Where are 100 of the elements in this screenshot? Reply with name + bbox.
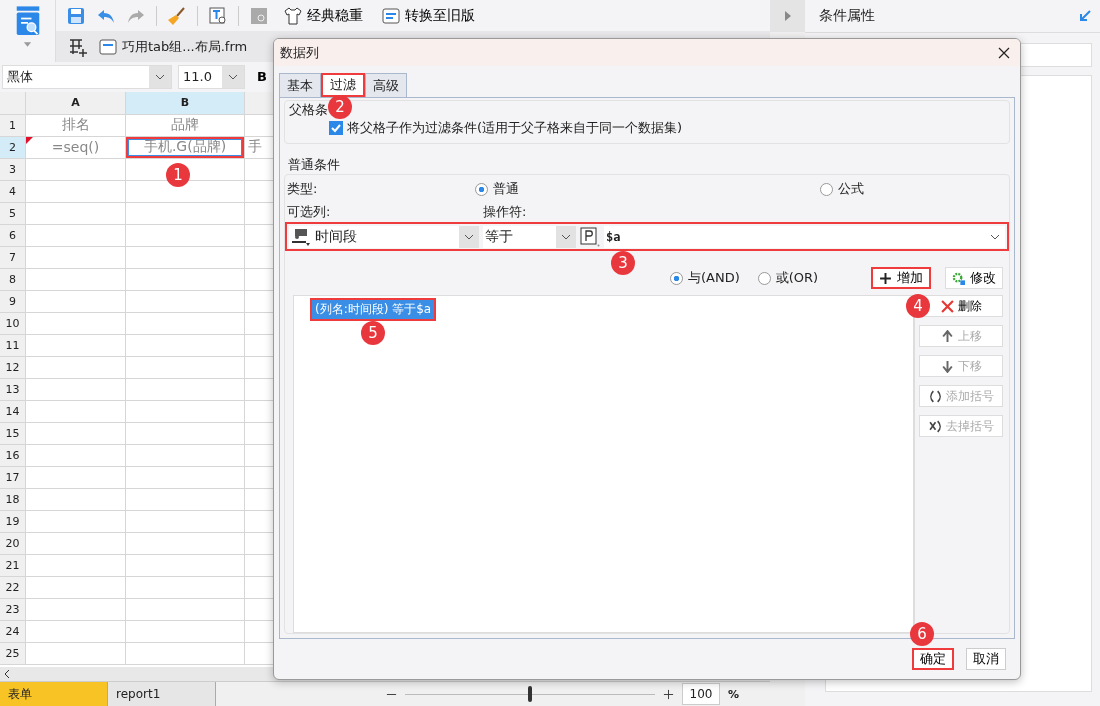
cross-icon [940, 299, 954, 313]
save-icon[interactable] [66, 5, 86, 26]
row-header[interactable]: 24 [0, 620, 26, 643]
add-button[interactable]: 增加 [871, 267, 931, 289]
radio-button[interactable] [475, 182, 488, 196]
zoom-in-icon[interactable] [663, 688, 674, 700]
row-header[interactable]: 11 [0, 334, 26, 357]
row-header[interactable]: 12 [0, 356, 26, 379]
chevron-icon [990, 233, 1000, 240]
ok-button[interactable]: 确定 [912, 648, 954, 670]
parentheses-remove-icon [928, 419, 942, 433]
dialog-tab[interactable]: 过滤 [321, 73, 365, 97]
radio-button[interactable] [670, 271, 683, 285]
row-header[interactable]: 9 [0, 290, 26, 313]
row-header[interactable]: 20 [0, 532, 26, 555]
dialog-tab[interactable]: 基本 [279, 73, 321, 97]
row-header[interactable]: 13 [0, 378, 26, 401]
triangle-icon [784, 11, 791, 21]
shirt-icon [283, 5, 303, 26]
operator-select[interactable]: 等于 [483, 225, 576, 248]
column-select[interactable]: 时间段 [289, 225, 479, 248]
column-header[interactable]: B [126, 91, 245, 115]
dialog-tab[interactable]: 高级 [365, 73, 407, 97]
group-title: 父格条 [289, 102, 328, 117]
grid-add-icon[interactable] [68, 36, 88, 57]
radio-label: 公式 [838, 180, 864, 198]
edit-button[interactable]: 修改 [945, 267, 1003, 289]
row-header[interactable]: 5 [0, 202, 26, 225]
bold-button[interactable]: B [251, 68, 273, 86]
row-header[interactable]: 19 [0, 510, 26, 533]
file-tab-label: 巧用tab组...布局.frm [122, 37, 248, 56]
panel-title: 条件属性 [819, 7, 876, 25]
text-search-icon[interactable] [208, 5, 228, 26]
scroll-left-icon[interactable] [4, 669, 10, 680]
row-header[interactable]: 15 [0, 422, 26, 445]
field-label: 可选列: [287, 203, 332, 221]
radio-button[interactable] [820, 182, 833, 196]
select-all-handle[interactable] [0, 91, 26, 115]
close-icon[interactable] [998, 46, 1010, 59]
dialog-title: 数据列 [280, 43, 319, 62]
chevron-icon [222, 65, 244, 88]
select-value: 时间段 [314, 227, 358, 246]
row-header[interactable]: 6 [0, 224, 26, 247]
table-cell: 品牌 [126, 114, 245, 137]
brush-icon[interactable] [167, 5, 187, 26]
field-label: 操作符: [483, 203, 527, 221]
row-header[interactable]: 18 [0, 488, 26, 511]
font-select[interactable]: 黑体 [2, 64, 172, 89]
collapse-handle[interactable] [770, 0, 805, 32]
value-select[interactable]: $a [604, 225, 1005, 248]
row-header[interactable]: 1 [0, 114, 26, 137]
sheet-tab[interactable]: 表单 [0, 682, 108, 706]
table-cell: 排名 [26, 114, 126, 137]
row-header[interactable]: 17 [0, 466, 26, 489]
table-cell: 手机.G(品牌) [126, 136, 245, 159]
row-header[interactable]: 14 [0, 400, 26, 423]
field-label: 类型: [287, 180, 319, 198]
document-icon [98, 36, 118, 57]
preview-icon[interactable] [249, 5, 269, 26]
gear-icon [952, 271, 965, 285]
chevron-icon [149, 65, 171, 88]
arrow-down-icon [940, 359, 954, 373]
group-title: 普通条件 [288, 156, 341, 174]
row-header[interactable]: 22 [0, 576, 26, 599]
caret-icon[interactable] [23, 42, 32, 48]
table-cell: =seq() [26, 136, 126, 159]
zoom-slider-thumb[interactable] [528, 686, 532, 703]
radio-label: 或(OR) [775, 269, 819, 287]
plus-icon [879, 271, 892, 285]
cancel-button[interactable]: 取消 [966, 648, 1006, 670]
parameter-icon[interactable] [580, 226, 600, 247]
size-value: 11.0 [182, 69, 213, 85]
row-header[interactable]: 8 [0, 268, 26, 291]
zoom-unit: % [728, 687, 740, 701]
row-header[interactable]: 23 [0, 598, 26, 621]
file-tab[interactable]: 巧用tab组...布局.frm [98, 36, 248, 57]
checkbox[interactable] [329, 121, 343, 135]
sheet-tab[interactable]: report1 [108, 682, 216, 706]
theme-button[interactable]: 经典稳重 [279, 5, 367, 26]
legacy-button[interactable]: 转换至旧版 [377, 5, 479, 26]
row-header[interactable]: 2 [0, 136, 26, 159]
size-select[interactable]: 11.0 [178, 64, 245, 89]
chevron-icon [561, 233, 571, 240]
row-header[interactable]: 10 [0, 312, 26, 335]
row-header[interactable]: 21 [0, 554, 26, 577]
checkbox-label: 将父格子作为过滤条件(适用于父子格来自于同一个数据集) [347, 119, 683, 137]
row-header[interactable]: 25 [0, 642, 26, 665]
parentheses-icon [928, 389, 942, 403]
arrow-up-icon [940, 329, 954, 343]
arrow-icon[interactable] [1078, 9, 1092, 23]
radio-label: 与(AND) [688, 269, 740, 287]
row-header[interactable]: 3 [0, 158, 26, 181]
radio-label: 普通 [493, 180, 519, 198]
column-header[interactable]: A [26, 91, 126, 115]
app-logo-icon[interactable] [14, 6, 41, 38]
row-header[interactable]: 4 [0, 180, 26, 203]
row-header[interactable]: 7 [0, 246, 26, 269]
radio-button[interactable] [757, 271, 771, 285]
row-header[interactable]: 16 [0, 444, 26, 467]
zoom-field[interactable]: 100 [682, 683, 720, 706]
